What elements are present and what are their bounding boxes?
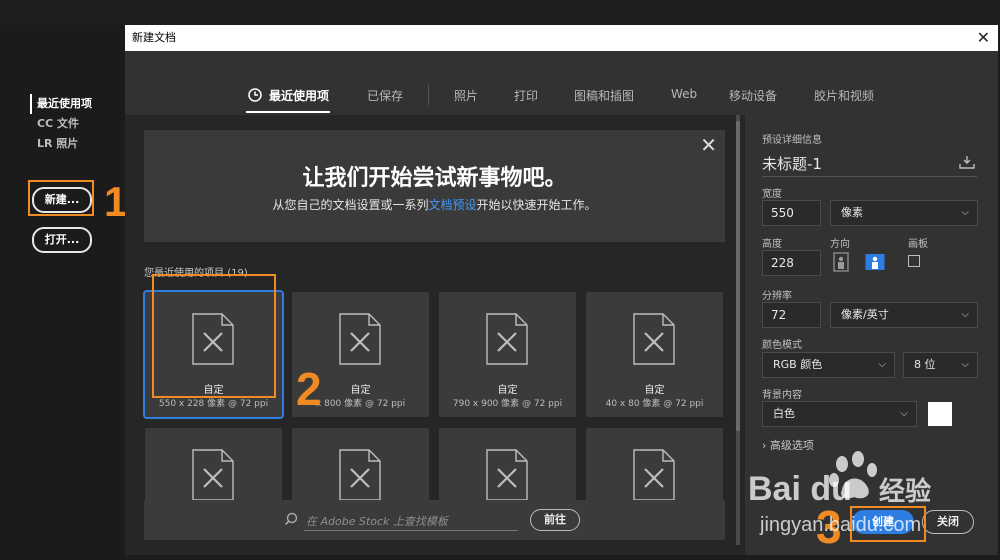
height-input[interactable]: 228 xyxy=(762,250,821,276)
chevron-down-icon: ⌵ xyxy=(878,359,886,370)
resolution-input[interactable]: 72 xyxy=(762,302,821,328)
color-mode-label: 颜色模式 xyxy=(762,340,802,351)
banner-text: 从您自己的文档设置或一系列文档预设开始以快速开始工作。 xyxy=(144,196,725,213)
width-unit-value: 像素 xyxy=(841,206,863,219)
width-unit-select[interactable]: 像素 ⌵ xyxy=(830,200,978,226)
stock-search-bar: 在 Adobe Stock 上查找模板 前往 xyxy=(144,500,725,540)
recent-card-name: 自定 xyxy=(497,385,518,396)
background-label: 背景内容 xyxy=(762,390,802,401)
watermark-cn-text: 经验 xyxy=(879,477,932,507)
step1-highlight-box xyxy=(28,180,94,216)
resolution-unit-value: 像素/英寸 xyxy=(841,308,889,321)
width-input[interactable]: 550 xyxy=(762,200,821,226)
artboard-checkbox[interactable] xyxy=(908,255,920,267)
resolution-unit-select[interactable]: 像素/英寸 ⌵ xyxy=(830,302,978,328)
save-preset-icon[interactable] xyxy=(959,155,975,169)
background-color-swatch[interactable] xyxy=(928,402,952,426)
orientation-label: 方向 xyxy=(830,239,850,250)
height-label: 高度 xyxy=(762,239,782,250)
recent-card-4[interactable]: 自定 40 x 80 像素 @ 72 ppi xyxy=(586,292,723,417)
background-top-bar xyxy=(0,0,1000,25)
resolution-label: 分辨率 xyxy=(762,291,792,302)
color-mode-value: RGB 颜色 xyxy=(773,358,823,371)
tab-print[interactable]: 打印 xyxy=(514,87,538,104)
chevron-down-icon: ⌵ xyxy=(900,408,908,419)
background-value: 白色 xyxy=(773,407,795,420)
artboard-label: 画板 xyxy=(908,239,928,250)
watermark-logo-text: Bai du xyxy=(748,470,852,508)
left-nav-item-recent[interactable]: 最近使用项 xyxy=(30,94,92,114)
recent-card-3[interactable]: 自定 790 x 900 像素 @ 72 ppi xyxy=(439,292,576,417)
document-icon xyxy=(633,313,675,365)
tab-mobile[interactable]: 移动设备 xyxy=(729,87,777,104)
step2-number: 2 xyxy=(296,363,322,415)
search-underline xyxy=(304,530,518,531)
search-icon xyxy=(284,512,298,526)
welcome-banner: 让我们开始尝试新事物吧。 从您自己的文档设置或一系列文档预设开始以快速开始工作。… xyxy=(144,130,725,242)
left-nav-item-cc-files[interactable]: CC 文件 xyxy=(30,114,92,134)
tab-art-illustration[interactable]: 图稿和插图 xyxy=(574,87,634,104)
document-icon xyxy=(486,449,528,501)
document-icon xyxy=(339,313,381,365)
chevron-down-icon: ⌵ xyxy=(961,359,969,370)
scrollbar-thumb[interactable] xyxy=(736,121,740,431)
preset-details-label: 预设详细信息 xyxy=(762,135,822,146)
landscape-orientation-icon[interactable] xyxy=(865,252,885,272)
open-button[interactable]: 打开... xyxy=(32,227,92,253)
watermark-url: jingyan.baidu.com xyxy=(760,514,922,536)
chevron-down-icon: ⌵ xyxy=(961,309,969,320)
dialog-close-icon[interactable]: ✕ xyxy=(977,25,990,51)
stock-search-input[interactable]: 在 Adobe Stock 上查找模板 xyxy=(306,513,448,529)
bit-depth-value: 8 位 xyxy=(914,358,936,371)
left-nav: 最近使用项 CC 文件 LR 照片 xyxy=(30,94,92,154)
portrait-orientation-icon[interactable] xyxy=(831,252,851,272)
bit-depth-select[interactable]: 8 位 ⌵ xyxy=(903,352,978,378)
dialog-title: 新建文档 xyxy=(132,31,176,44)
document-presets-link[interactable]: 文档预设 xyxy=(428,198,476,212)
recent-card-name: 自定 xyxy=(644,385,665,396)
chevron-down-icon: ⌵ xyxy=(961,207,969,218)
dialog-title-bar: 新建文档 ✕ xyxy=(125,25,998,51)
tab-photo[interactable]: 照片 xyxy=(454,87,478,104)
width-label: 宽度 xyxy=(762,189,782,200)
tab-saved[interactable]: 已保存 xyxy=(367,87,403,104)
title-underline xyxy=(762,176,977,177)
recent-card-size: 40 x 80 像素 @ 72 ppi xyxy=(605,399,704,409)
banner-close-icon[interactable]: ✕ xyxy=(700,133,717,157)
step2-highlight-box xyxy=(152,274,276,398)
left-nav-item-lr-photos[interactable]: LR 照片 xyxy=(30,134,92,154)
banner-text-before: 从您自己的文档设置或一系列 xyxy=(272,198,429,212)
background-select[interactable]: 白色 ⌵ xyxy=(762,401,917,427)
banner-heading: 让我们开始尝试新事物吧。 xyxy=(302,166,567,191)
clock-icon xyxy=(248,88,262,102)
document-icon xyxy=(192,449,234,501)
recent-card-size: 790 x 900 像素 @ 72 ppi xyxy=(452,399,563,409)
go-button[interactable]: 前往 xyxy=(530,509,580,531)
tab-separator xyxy=(428,85,429,105)
tab-recent[interactable]: 最近使用项 xyxy=(269,87,329,104)
document-icon xyxy=(486,313,528,365)
document-title-field[interactable]: 未标题-1 xyxy=(762,153,822,174)
tab-film-video[interactable]: 胶片和视频 xyxy=(814,87,874,104)
color-mode-select[interactable]: RGB 颜色 ⌵ xyxy=(762,352,895,378)
preset-tabs: 最近使用项 已保存 照片 打印 图稿和插图 Web 移动设备 胶片和视频 xyxy=(125,51,998,115)
tab-active-underline xyxy=(246,111,330,113)
step1-number: 1 xyxy=(104,178,128,225)
document-icon xyxy=(339,449,381,501)
baidu-watermark: Bai du 经验 jingyan.baidu.com xyxy=(740,448,995,548)
tab-web[interactable]: Web xyxy=(671,87,697,101)
banner-text-after: 开始以快速开始工作。 xyxy=(476,198,597,212)
document-icon xyxy=(633,449,675,501)
